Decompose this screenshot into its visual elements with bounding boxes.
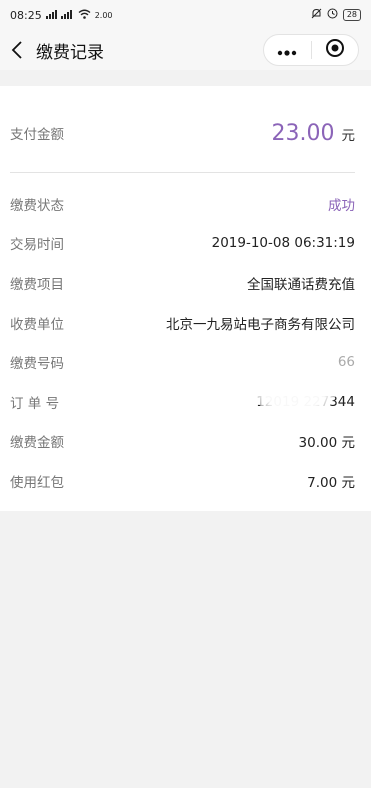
alarm-icon (327, 8, 338, 22)
detail-label: 缴费状态 (10, 198, 64, 214)
payment-detail-card: 支付金额 23.00 元 缴费状态 成功 交易时间 2019-10-08 06:… (0, 86, 371, 511)
detail-value: 全国联通话费充值 (247, 277, 355, 293)
detail-label: 交易时间 (10, 237, 64, 253)
detail-value: 7.00 元 (307, 475, 355, 491)
detail-row-item: 缴费项目 全国联通话费充值 (10, 273, 355, 293)
paid-amount-value: 23.00 (271, 120, 335, 146)
battery-indicator: 28 (342, 9, 361, 21)
target-close-icon (325, 38, 345, 62)
detail-label: 收费单位 (10, 317, 64, 333)
wifi-icon (78, 9, 91, 22)
detail-row-time: 交易时间 2019-10-08 06:31:19 (10, 233, 355, 253)
detail-label: 缴费号码 (10, 356, 64, 372)
detail-value: 2019-10-08 06:31:19 (211, 235, 355, 251)
more-dots-icon (277, 41, 297, 60)
status-right: 28 (311, 8, 361, 22)
back-arrow-icon[interactable] (2, 30, 32, 70)
detail-value: 66 (337, 354, 355, 370)
detail-label: 使用红包 (10, 475, 64, 491)
privacy-blur (250, 332, 340, 422)
detail-label: 缴费金额 (10, 435, 64, 451)
status-left: 08:25 2.00 (10, 9, 113, 22)
detail-label: 订 单 号 (10, 396, 60, 412)
detail-value: 30.00 元 (298, 435, 355, 451)
status-value: 成功 (328, 198, 355, 214)
mute-icon (311, 8, 322, 22)
detail-row-redpacket: 使用红包 7.00 元 (10, 471, 355, 491)
mini-program-capsule (263, 34, 359, 66)
detail-value: 北京一九易站电子商务有限公司 (166, 317, 355, 333)
section-divider (10, 172, 355, 173)
status-bar: 08:25 2.00 28 (0, 0, 371, 30)
close-capsule-button[interactable] (312, 35, 359, 65)
paid-amount-label: 支付金额 (10, 127, 64, 143)
more-button[interactable] (264, 35, 311, 65)
signal-icon (45, 9, 74, 22)
paid-amount-group: 23.00 元 (272, 121, 355, 146)
network-speed: 2.00 (94, 10, 113, 20)
detail-row-payee: 收费单位 北京一九易站电子商务有限公司 (10, 313, 355, 333)
detail-label: 缴费项目 (10, 277, 64, 293)
paid-amount-row: 支付金额 23.00 元 (10, 116, 355, 150)
page-title: 缴费记录 (36, 42, 104, 63)
status-time: 08:25 (10, 8, 42, 22)
detail-row-fee: 缴费金额 30.00 元 (10, 431, 355, 451)
paid-amount-unit: 元 (341, 127, 356, 144)
detail-row-status: 缴费状态 成功 (10, 194, 355, 214)
nav-bar: 缴费记录 (0, 30, 371, 70)
